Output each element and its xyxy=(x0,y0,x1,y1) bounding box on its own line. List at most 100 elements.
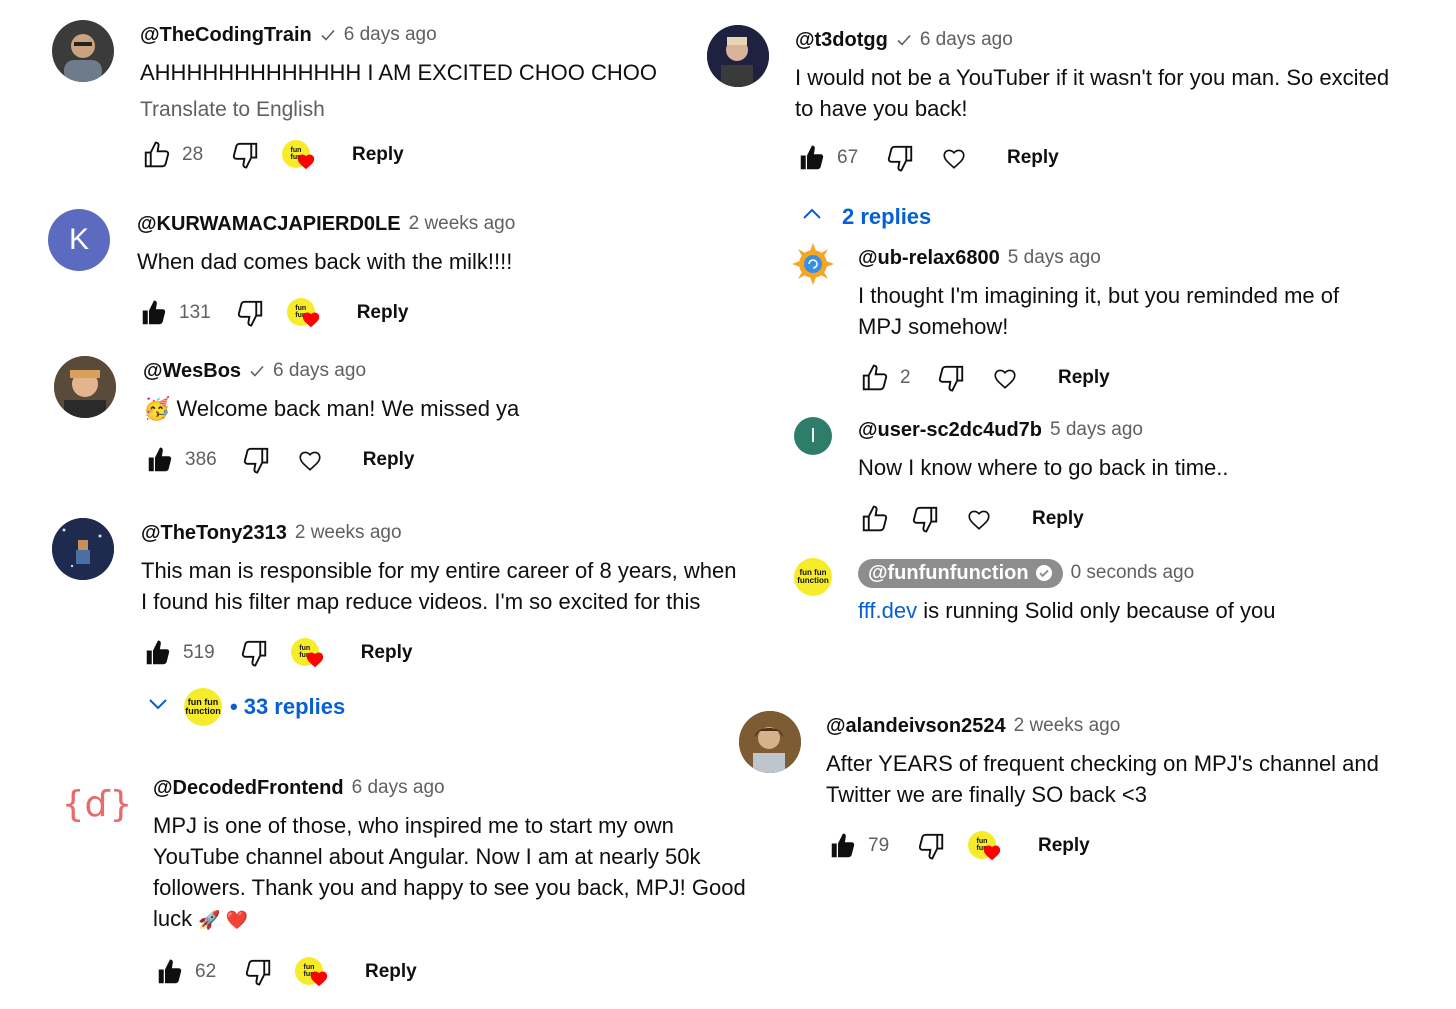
comment-text: 🥳 Welcome back man! We missed ya xyxy=(143,396,520,421)
comment-author[interactable]: @WesBos xyxy=(143,360,241,383)
avatar[interactable]: K xyxy=(48,209,110,271)
rocket-heart-emoji-icon: 🚀 ❤️ xyxy=(198,910,249,930)
verified-check-icon xyxy=(896,32,912,48)
comment-author[interactable]: @TheTony2313 xyxy=(141,522,287,545)
comment-author[interactable]: @alandeivson2524 xyxy=(826,715,1006,738)
like-filled-icon[interactable] xyxy=(137,296,171,330)
creator-heart-badge: fun fun xyxy=(282,138,316,172)
like-filled-icon[interactable] xyxy=(143,443,177,477)
heart-icon xyxy=(302,312,319,328)
avatar-photo-icon xyxy=(707,25,769,87)
like-count: 386 xyxy=(185,449,217,470)
reply-button[interactable]: Reply xyxy=(1038,835,1090,857)
avatar[interactable]: I xyxy=(794,417,832,455)
like-count: 62 xyxy=(195,961,217,982)
replies-count: 2 replies xyxy=(842,204,932,229)
owner-handle-pill[interactable]: @funfunfunction xyxy=(858,558,1063,588)
comment-author[interactable]: @user-sc2dc4ud7b xyxy=(858,419,1042,442)
comment-author[interactable]: @TheCodingTrain xyxy=(140,24,312,47)
creator-heart-badge: fun fun xyxy=(290,636,325,670)
comment-text: When dad comes back with the milk!!!! xyxy=(137,249,513,274)
reply-button[interactable]: Reply xyxy=(1058,367,1110,389)
reply-button[interactable]: Reply xyxy=(363,449,415,471)
avatar[interactable]: fun fun function xyxy=(794,558,832,596)
verified-check-icon xyxy=(249,363,265,379)
like-count: 67 xyxy=(837,147,859,168)
comment-time[interactable]: 6 days ago xyxy=(344,24,437,46)
replies-toggle[interactable]: fun fun function • 33 replies xyxy=(146,688,345,726)
like-filled-icon[interactable] xyxy=(141,636,175,670)
comment-wesbos: @WesBos 6 days ago 🥳 Welcome back man! W… xyxy=(54,356,692,486)
dislike-icon[interactable] xyxy=(239,443,273,477)
dislike-icon[interactable] xyxy=(241,955,275,989)
comment-decodedfrontend: {ɗ} @DecodedFrontend 6 days ago MPJ is o… xyxy=(66,773,756,1009)
dislike-icon[interactable] xyxy=(914,829,948,863)
reply-button[interactable]: Reply xyxy=(1032,508,1084,530)
heart-outline-icon[interactable] xyxy=(293,443,327,477)
comment-text: MPJ is one of those, who inspired me to … xyxy=(153,813,746,931)
avatar[interactable] xyxy=(792,243,834,285)
comment-text: fff.dev is running Solid only because of… xyxy=(858,598,1276,623)
dislike-icon[interactable] xyxy=(883,141,917,175)
comment-time[interactable]: 0 seconds ago xyxy=(1071,562,1195,584)
heart-icon xyxy=(297,154,315,170)
comment-time[interactable]: 2 weeks ago xyxy=(295,522,402,544)
avatar[interactable] xyxy=(52,20,114,82)
comment-time[interactable]: 6 days ago xyxy=(273,360,366,382)
like-filled-icon[interactable] xyxy=(826,829,860,863)
translate-link[interactable]: Translate to English xyxy=(140,98,692,122)
avatar[interactable] xyxy=(739,711,801,773)
dislike-icon[interactable] xyxy=(908,502,942,536)
reply-button[interactable]: Reply xyxy=(352,144,404,166)
like-outline-icon[interactable] xyxy=(858,502,892,536)
like-count: 79 xyxy=(868,835,890,856)
avatar-letter: I xyxy=(810,424,816,447)
comment-time[interactable]: 2 weeks ago xyxy=(1014,715,1121,737)
replies-toggle[interactable]: 2 replies xyxy=(800,202,931,232)
comment-time[interactable]: 2 weeks ago xyxy=(409,213,516,235)
comment-time[interactable]: 6 days ago xyxy=(920,29,1013,51)
creator-avatar: fun fun function xyxy=(184,688,222,726)
verified-check-icon xyxy=(320,27,336,43)
comment-text: Now I know where to go back in time.. xyxy=(858,455,1229,480)
reply-button[interactable]: Reply xyxy=(361,642,413,664)
creator-heart-badge: fun fun xyxy=(286,296,321,330)
heart-outline-icon[interactable] xyxy=(962,502,996,536)
like-count: 519 xyxy=(183,642,215,663)
comment-author[interactable]: @t3dotgg xyxy=(795,29,888,52)
comment-author[interactable]: @DecodedFrontend xyxy=(153,777,344,800)
comment-time[interactable]: 6 days ago xyxy=(352,777,445,799)
comment-time[interactable]: 5 days ago xyxy=(1050,419,1143,441)
comment-alandeivson2524: @alandeivson2524 2 weeks ago After YEARS… xyxy=(739,711,1419,871)
like-outline-icon[interactable] xyxy=(140,138,174,172)
comment-text: This man is responsible for my entire ca… xyxy=(141,558,737,614)
reply-button[interactable]: Reply xyxy=(357,302,409,324)
heart-outline-icon[interactable] xyxy=(937,141,971,175)
dislike-icon[interactable] xyxy=(228,138,262,172)
like-filled-icon[interactable] xyxy=(153,955,187,989)
like-outline-icon[interactable] xyxy=(858,361,892,395)
avatar[interactable] xyxy=(52,518,114,580)
comment-link[interactable]: fff.dev xyxy=(858,598,917,623)
avatar-letter: K xyxy=(68,223,89,256)
party-emoji-icon: 🥳 xyxy=(143,396,171,421)
like-filled-icon[interactable] xyxy=(795,141,829,175)
comment-author[interactable]: @ub-relax6800 xyxy=(858,247,1000,270)
reply-funfunfunction: fun fun function @funfunfunction 0 secon… xyxy=(794,558,1414,633)
avatar[interactable] xyxy=(707,25,769,87)
like-count: 131 xyxy=(179,302,211,323)
avatar[interactable] xyxy=(54,356,116,418)
heart-outline-icon[interactable] xyxy=(988,361,1022,395)
avatar[interactable]: {ɗ} xyxy=(66,773,128,835)
comment-kurwamacjapierd0le: K @KURWAMACJAPIERD0LE 2 weeks ago When d… xyxy=(48,209,692,334)
comment-time[interactable]: 5 days ago xyxy=(1008,247,1101,269)
chevron-down-icon xyxy=(146,692,170,722)
dislike-icon[interactable] xyxy=(934,361,968,395)
comment-author[interactable]: @KURWAMACJAPIERD0LE xyxy=(137,213,401,236)
avatar-photo-icon xyxy=(739,711,801,773)
creator-heart-badge: fun fun xyxy=(295,955,329,989)
dislike-icon[interactable] xyxy=(237,636,271,670)
reply-button[interactable]: Reply xyxy=(1007,147,1059,169)
dislike-icon[interactable] xyxy=(233,296,267,330)
reply-button[interactable]: Reply xyxy=(365,961,417,983)
